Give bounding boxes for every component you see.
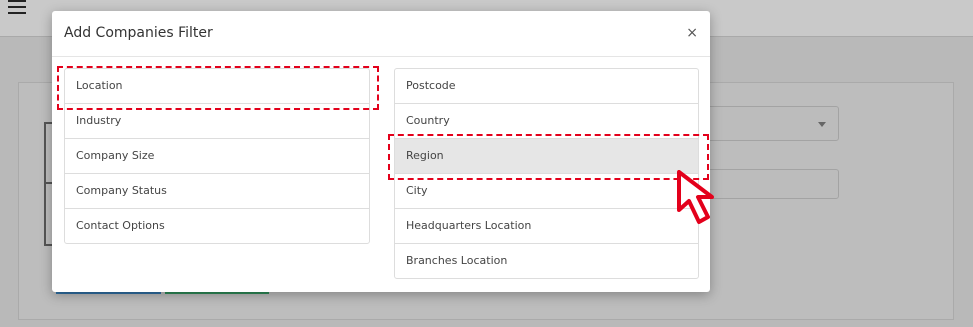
filter-item-branches-location[interactable]: Branches Location [395, 244, 698, 278]
filter-item-city[interactable]: City [395, 174, 698, 209]
mouse-pointer-icon [677, 170, 714, 224]
modal-header: Add Companies Filter × [52, 11, 710, 57]
filter-item-headquarters-location[interactable]: Headquarters Location [395, 209, 698, 244]
background-dropdown [706, 106, 839, 141]
filter-item-country[interactable]: Country [395, 104, 698, 139]
close-button[interactable]: × [686, 25, 698, 41]
filter-item-company-status[interactable]: Company Status [65, 174, 369, 209]
dropdown-caret-icon [818, 122, 826, 127]
filter-item-contact-options[interactable]: Contact Options [65, 209, 369, 243]
modal-title: Add Companies Filter [64, 25, 213, 41]
filter-item-location[interactable]: Location [65, 69, 369, 104]
filter-item-company-size[interactable]: Company Size [65, 139, 369, 174]
right-filter-list: Postcode Country Region City Headquarter… [394, 68, 699, 279]
left-filter-list: Location Industry Company Size Company S… [64, 68, 370, 244]
filter-item-industry[interactable]: Industry [65, 104, 369, 139]
hamburger-menu-icon[interactable] [8, 0, 26, 14]
filter-item-region[interactable]: Region [395, 139, 698, 174]
filter-item-postcode[interactable]: Postcode [395, 69, 698, 104]
add-companies-filter-modal: Add Companies Filter × Location Industry… [52, 11, 710, 292]
